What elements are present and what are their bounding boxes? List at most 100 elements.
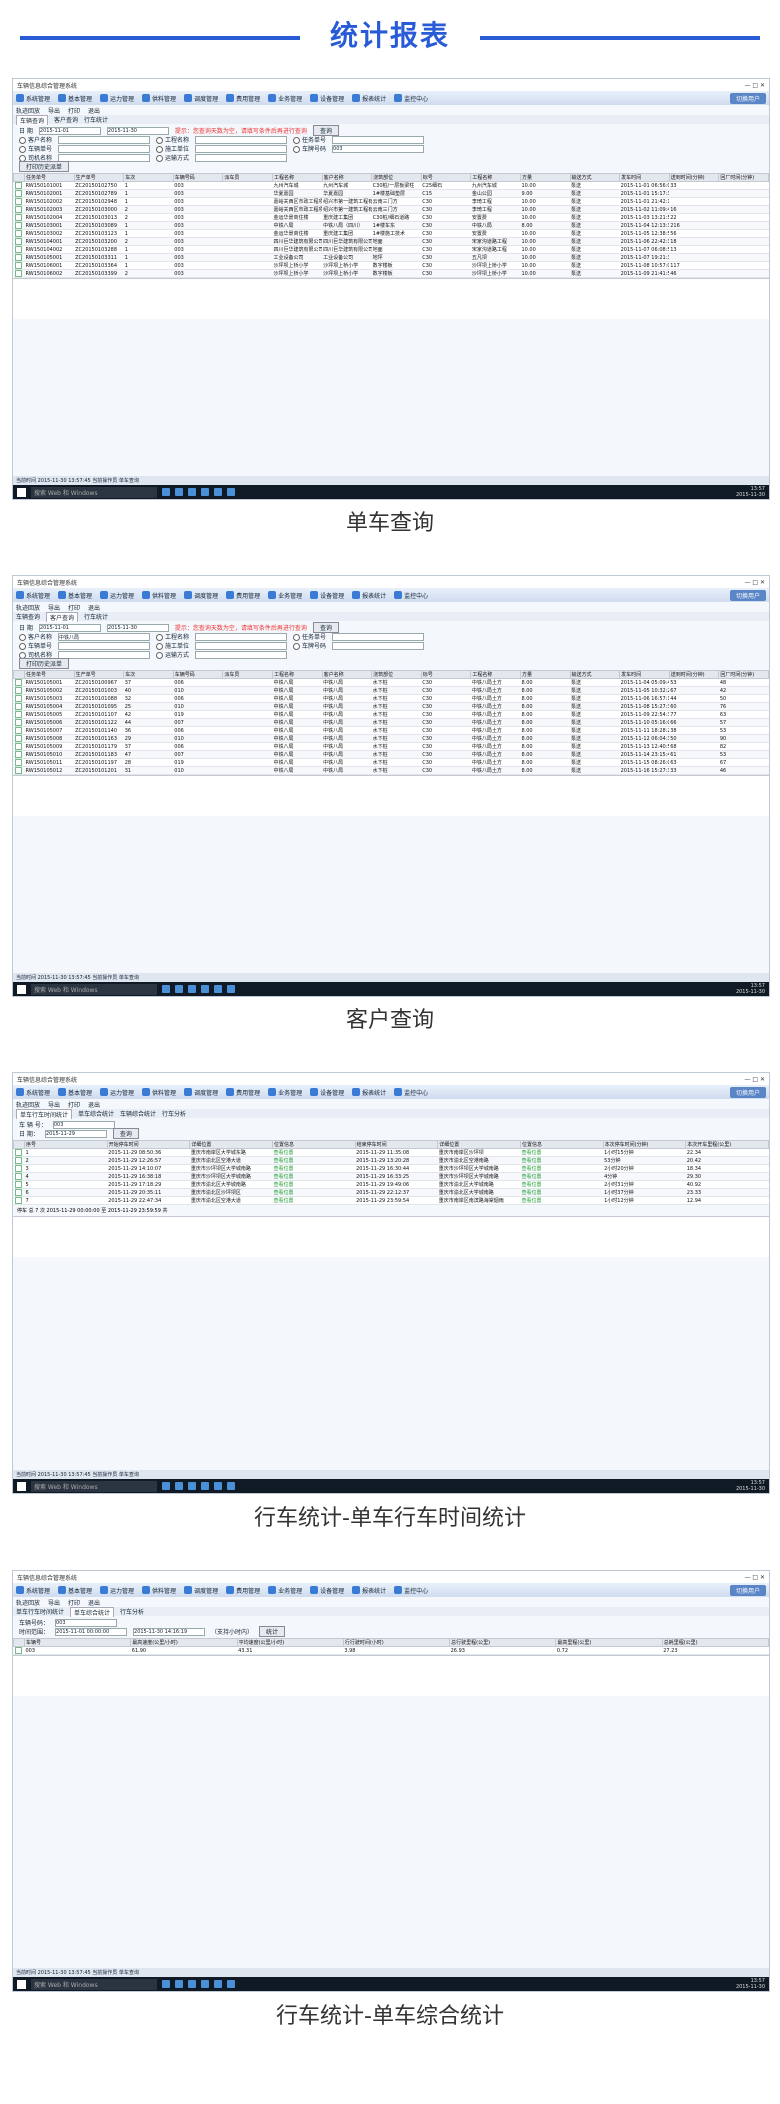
table-row[interactable]: RW150105006 ZC20150101122 44 007 中铁八局 中铁八局 水下桩… [13,718,769,727]
taskbar-app-icon[interactable] [227,488,235,496]
filter-input[interactable] [332,632,425,641]
window-controls[interactable]: — □ ✕ [744,1076,765,1083]
tab-1[interactable]: 单车综合统计 [78,1109,114,1118]
filter-input[interactable] [195,641,288,650]
radio-option[interactable]: 车牌号码 [293,144,326,153]
row-checkbox[interactable] [14,687,22,694]
filter-input[interactable] [58,144,151,153]
taskbar-app-icon[interactable] [188,1980,196,1988]
window-controls[interactable]: — □ ✕ [744,1574,765,1581]
row-checkbox[interactable] [14,222,22,229]
menu-item-3[interactable]: 供料管理 [142,591,176,600]
table-row[interactable]: RW150105005 ZC20150101107 42 019 中铁八局 中铁八局 水下桩… [13,710,769,719]
table-row[interactable]: 003 61.90 43.31 3.98 26.93 0.72 27.23 [13,1646,769,1655]
radio-option[interactable]: 任务单号 [293,135,326,144]
taskbar-search[interactable]: 搜索 Web 和 Windows [31,1978,157,1990]
menu-item-3[interactable]: 供料管理 [142,94,176,103]
toolbar-button-1[interactable]: 导出 [48,1598,60,1607]
table-row[interactable]: RW150104002 ZC20150103288 1 003 四川巨华建筑有限公司 四川… [13,245,769,254]
table-cell[interactable]: 查看位置 [272,1188,356,1197]
table-row[interactable]: 2 2015-11-29 12:26:57 重庆市渝北区空港大道 查看位置 2015-1… [13,1156,769,1165]
radio-option[interactable]: 客户名称 [19,632,52,641]
table-cell[interactable]: 查看位置 [520,1188,604,1197]
taskbar-app-icon[interactable] [214,1482,222,1490]
row-checkbox[interactable] [14,1189,22,1196]
filter-input[interactable] [58,650,151,659]
toolbar-button-1[interactable]: 导出 [48,1100,60,1109]
menu-item-4[interactable]: 调度管理 [184,591,218,600]
row-checkbox[interactable] [14,759,22,766]
row-checkbox[interactable] [14,1149,22,1156]
table-row[interactable]: RW150104001 ZC20150103200 2 003 四川巨华建筑有限公司 四川… [13,237,769,246]
menu-item-2[interactable]: 运力管理 [100,1586,134,1595]
taskbar-app-icon[interactable] [188,1482,196,1490]
row-checkbox[interactable] [14,1181,22,1188]
window-controls[interactable]: — □ ✕ [744,579,765,586]
menu-item-6[interactable]: 业务管理 [268,1088,302,1097]
toolbar-button-0[interactable]: 轨迹回放 [16,106,40,115]
menu-item-9[interactable]: 监控中心 [394,1088,428,1097]
table-row[interactable]: RW150101001 ZC20150102750 1 003 九州汽车城 九州汽车城 C3… [13,181,769,190]
tab-0[interactable]: 车辆查询 [16,114,49,125]
toolbar-button-0[interactable]: 轨迹回放 [16,1598,40,1607]
switch-user-button[interactable]: 切换用户 [729,1584,766,1596]
filter-input[interactable] [332,641,425,650]
menu-item-6[interactable]: 业务管理 [268,1586,302,1595]
export-button[interactable]: 打印历史派单 [19,161,70,172]
menu-item-0[interactable]: 系统管理 [16,591,50,600]
radio-button[interactable] [156,652,164,659]
table-row[interactable]: 4 2015-11-29 16:38:18 重庆市沙坪坝区大学城南路 查看位置 2015… [13,1172,769,1181]
taskbar-app-icon[interactable] [175,488,183,496]
row-checkbox[interactable] [14,751,22,758]
table-cell[interactable]: 查看位置 [520,1172,604,1181]
table-cell[interactable]: 查看位置 [272,1180,356,1189]
radio-option[interactable]: 工程名称 [156,632,189,641]
query-button[interactable]: 查询 [112,1128,139,1139]
filter-input[interactable] [195,135,288,144]
radio-button[interactable] [156,634,164,641]
table-row[interactable]: 7 2015-11-29 22:47:34 重庆市渝北区空港大道 查看位置 2015-1… [13,1196,769,1205]
menu-item-0[interactable]: 系统管理 [16,1586,50,1595]
menu-item-1[interactable]: 基本管理 [58,1586,92,1595]
menu-item-1[interactable]: 基本管理 [58,1088,92,1097]
table-row[interactable]: RW150102001 ZC20150102789 1 003 华夏嘉园 华夏嘉园 1#楼基… [13,189,769,198]
row-checkbox[interactable] [14,679,22,686]
taskbar-app-icon[interactable] [201,488,209,496]
menu-item-8[interactable]: 报表统计 [352,1586,386,1595]
taskbar-app-icon[interactable] [227,1482,235,1490]
menu-item-2[interactable]: 运力管理 [100,1088,134,1097]
radio-option[interactable]: 车辆单号 [19,144,52,153]
table-row[interactable]: RW150105011 ZC20150101197 28 019 中铁八局 中铁八局 水下桩… [13,758,769,767]
radio-option[interactable]: 工程名称 [156,135,189,144]
taskbar-app-icon[interactable] [175,985,183,993]
filter-input[interactable] [195,650,288,659]
row-checkbox[interactable] [14,206,22,213]
row-checkbox[interactable] [14,1197,22,1204]
filter-input[interactable] [195,632,288,641]
table-cell[interactable]: 查看位置 [520,1164,604,1173]
radio-option[interactable]: 任务单号 [293,632,326,641]
menu-item-3[interactable]: 供料管理 [142,1586,176,1595]
taskbar-app-icon[interactable] [214,1980,222,1988]
radio-button[interactable] [293,137,301,144]
radio-option[interactable]: 施工单位 [156,641,189,650]
menu-item-4[interactable]: 调度管理 [184,94,218,103]
radio-option[interactable]: 客户名称 [19,135,52,144]
row-checkbox[interactable] [14,703,22,710]
row-checkbox[interactable] [14,238,22,245]
tab-1[interactable]: 客户查询 [54,115,78,124]
toolbar-button-2[interactable]: 打印 [68,1100,80,1109]
menu-item-2[interactable]: 运力管理 [100,591,134,600]
radio-button[interactable] [156,155,164,162]
row-checkbox[interactable] [14,254,22,261]
row-checkbox[interactable] [14,246,22,253]
menu-item-7[interactable]: 设备管理 [310,591,344,600]
radio-button[interactable] [293,146,301,153]
menu-item-8[interactable]: 报表统计 [352,94,386,103]
radio-button[interactable] [19,137,26,144]
table-row[interactable]: RW150105008 ZC20150101163 29 010 中铁八局 中铁八局 水下桩… [13,734,769,743]
menu-item-5[interactable]: 费用管理 [226,591,260,600]
tab-2[interactable]: 行车统计 [84,612,108,621]
menu-item-0[interactable]: 系统管理 [16,1088,50,1097]
tab-1[interactable]: 单车综合统计 [70,1606,115,1617]
